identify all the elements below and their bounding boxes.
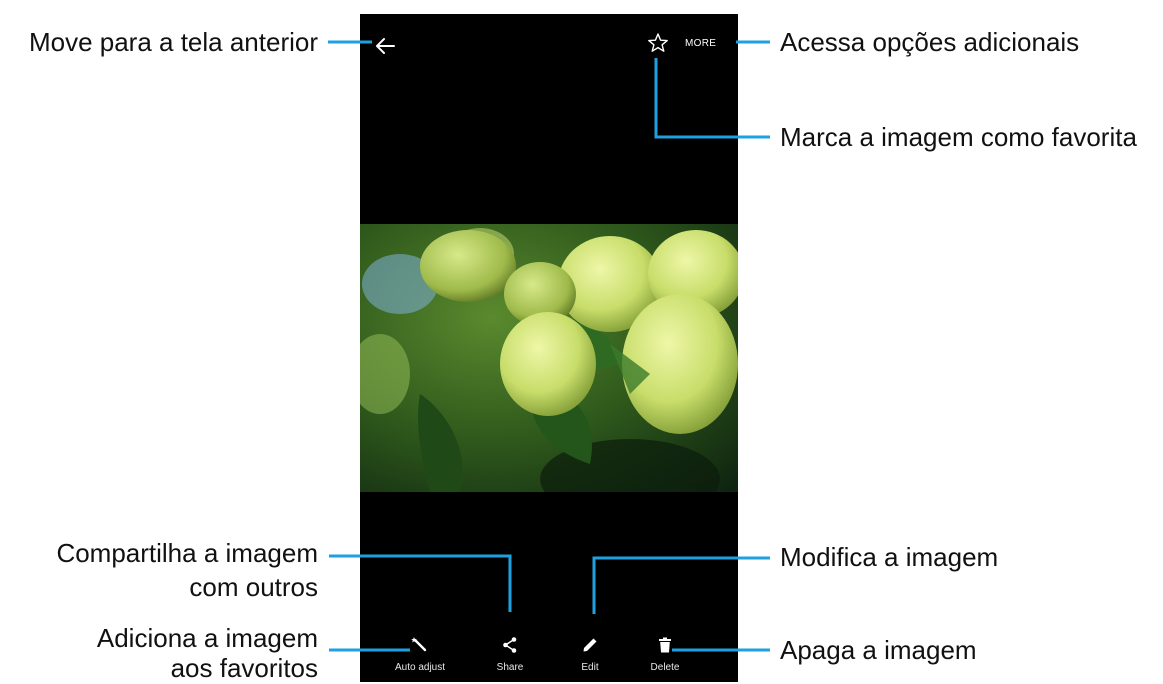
- delete-button[interactable]: Delete: [633, 622, 697, 682]
- trash-icon: [659, 637, 671, 653]
- callout-favorite: Marca a imagem como favorita: [780, 122, 1137, 152]
- pencil-icon: [583, 638, 597, 652]
- share-button[interactable]: Share: [478, 622, 542, 682]
- magic-wand-icon: [411, 637, 427, 652]
- auto-adjust-label: Auto adjust: [394, 662, 446, 673]
- gallery-detail-screen: MORE Auto adjust Share Edit Delete: [360, 14, 738, 682]
- callout-share-line1: Compartilha a imagem: [56, 538, 318, 568]
- share-label: Share: [496, 662, 524, 673]
- star-outline-icon: [648, 33, 668, 52]
- edit-label: Edit: [581, 662, 599, 673]
- share-icon: [503, 637, 517, 653]
- back-button[interactable]: [374, 36, 396, 56]
- bottom-action-bar: Auto adjust Share Edit Delete: [360, 622, 738, 682]
- callout-more: Acessa opções adicionais: [780, 27, 1080, 57]
- more-button[interactable]: MORE: [685, 38, 716, 52]
- flowers-photo: [360, 224, 738, 492]
- delete-label: Delete: [650, 662, 680, 673]
- callout-share-line2: com outros: [189, 572, 318, 602]
- callout-delete: Apaga a imagem: [780, 635, 977, 665]
- edit-button[interactable]: Edit: [558, 622, 622, 682]
- favorite-button[interactable]: [647, 32, 669, 54]
- arrow-left-icon: [376, 38, 395, 54]
- photo-image[interactable]: [360, 224, 738, 492]
- callout-edit: Modifica a imagem: [780, 542, 999, 572]
- callout-auto-adjust-line2: aos favoritos: [170, 653, 318, 683]
- callout-back: Move para a tela anterior: [28, 27, 318, 57]
- auto-adjust-button[interactable]: Auto adjust: [388, 622, 452, 682]
- callout-auto-adjust-line1: Adiciona a imagem: [96, 623, 318, 653]
